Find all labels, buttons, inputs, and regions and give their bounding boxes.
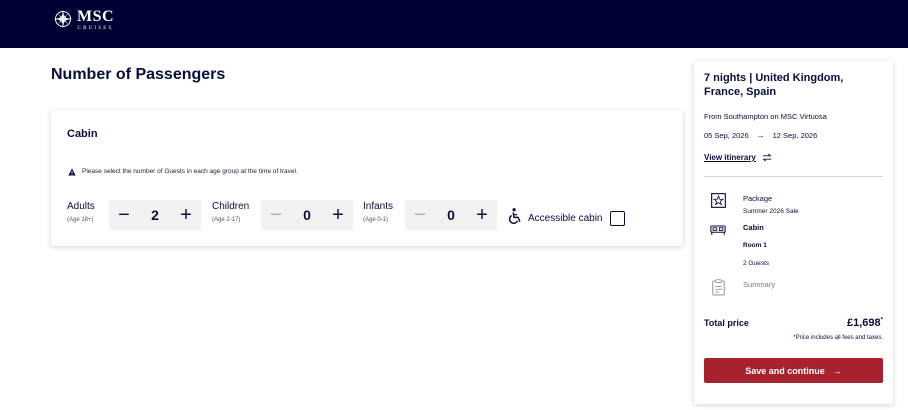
departure-info: From Southampton on MSC Virtuosa — [704, 112, 827, 121]
header-bar: MSC CRUISES — [0, 0, 908, 48]
children-count: 0 — [303, 207, 311, 223]
notice-text: Please select the number of Guests in ea… — [82, 168, 298, 175]
infants-age: (Age 0-1) — [363, 217, 389, 223]
total-price-amount: £1,698 — [847, 317, 881, 329]
infants-count: 0 — [447, 207, 455, 223]
total-price-label: Total price — [704, 318, 749, 328]
end-date: 12 Sep, 2026 — [772, 131, 818, 140]
swap-arrows-icon — [762, 153, 772, 162]
view-itinerary-link[interactable]: View itinerary — [704, 153, 772, 162]
start-date: 05 Sep, 2026 — [704, 131, 749, 140]
summary-divider — [704, 176, 883, 177]
children-minus-button[interactable]: − — [261, 200, 291, 230]
children-label: Children — [212, 201, 250, 212]
accessible-cabin-label: Accessible cabin — [528, 213, 603, 224]
brand-name: MSC — [77, 8, 115, 25]
save-button-label: Save and continue — [745, 365, 825, 376]
star-box-icon — [710, 192, 726, 208]
infants-label: Infants — [363, 201, 394, 212]
arrow-right-icon: → — [832, 365, 842, 376]
compass-rose-icon — [53, 9, 73, 29]
guest-notice: Please select the number of Guests in ea… — [67, 167, 298, 176]
infants-group: Infants (Age 0-1) — [363, 201, 393, 223]
price-note: *Price includes all fees and taxes. — [793, 335, 883, 341]
cabin-card: Cabin Please select the number of Guests… — [51, 110, 683, 246]
total-price-value: £1,698* — [847, 317, 883, 329]
package-value: Summer 2026 Sale — [743, 208, 799, 215]
accessible-cabin-option: Accessible cabin — [506, 207, 626, 230]
cabin-title: Cabin — [67, 128, 98, 140]
warning-icon — [67, 167, 76, 176]
infants-stepper: − 0 + — [405, 200, 497, 230]
room-label: Room 1 — [743, 242, 767, 249]
children-stepper: − 0 + — [261, 200, 353, 230]
adults-age: (Age 18+) — [67, 217, 94, 223]
adults-group: Adults (Age 18+) — [67, 201, 95, 223]
booking-summary-panel: 7 nights | United Kingdom, France, Spain… — [694, 61, 893, 404]
msc-logo[interactable]: MSC CRUISES — [53, 9, 114, 32]
wheelchair-icon — [506, 207, 524, 230]
adults-minus-button[interactable]: − — [109, 200, 139, 230]
page-title: Number of Passengers — [51, 66, 226, 83]
adults-stepper: − 2 + — [109, 200, 201, 230]
accessible-cabin-checkbox[interactable] — [610, 211, 626, 226]
view-itinerary-label: View itinerary — [704, 153, 756, 162]
clipboard-icon — [710, 278, 726, 295]
total-price-asterisk: * — [880, 317, 883, 324]
adults-plus-button[interactable]: + — [171, 200, 201, 230]
bed-icon — [710, 222, 726, 238]
brand-sub: CRUISES — [77, 26, 114, 31]
children-age: (Age 2-17) — [212, 217, 241, 223]
guests-count: 2 Guests — [743, 260, 770, 267]
package-label: Package — [743, 194, 773, 203]
arrow-right-icon: → — [756, 131, 765, 140]
cabin-summary-label: Cabin — [743, 223, 764, 232]
adults-label: Adults — [67, 201, 95, 212]
save-and-continue-button[interactable]: Save and continue → — [704, 358, 883, 383]
infants-plus-button[interactable]: + — [467, 200, 497, 230]
trip-title: 7 nights | United Kingdom, France, Spain — [704, 72, 844, 98]
children-group: Children (Age 2-17) — [212, 201, 249, 223]
children-plus-button[interactable]: + — [323, 200, 353, 230]
summary-step-label: Summary — [743, 280, 776, 289]
infants-minus-button[interactable]: − — [405, 200, 435, 230]
trip-dates: 05 Sep, 2026 → 12 Sep, 2026 — [704, 131, 817, 140]
adults-count: 2 — [151, 207, 159, 223]
